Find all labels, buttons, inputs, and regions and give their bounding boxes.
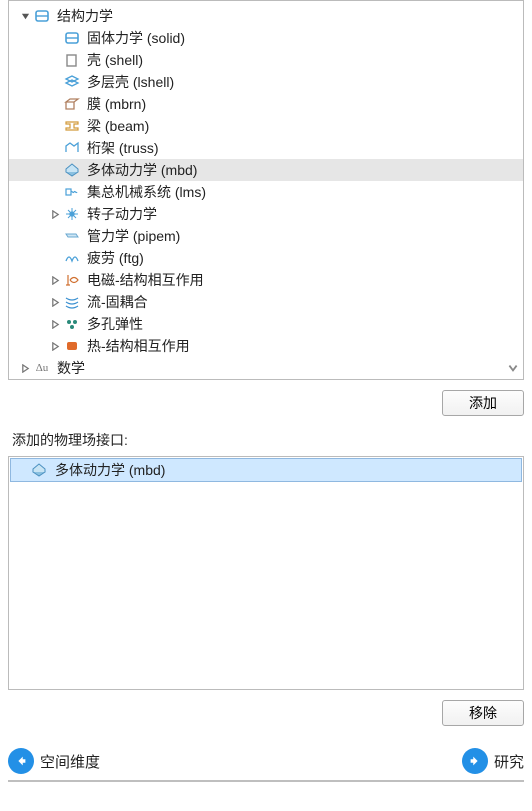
shell-icon — [63, 52, 81, 68]
tree-node-lshell[interactable]: 多层壳 (lshell) — [9, 71, 523, 93]
pipe-icon — [63, 228, 81, 244]
added-item-label: 多体动力学 (mbd) — [55, 460, 165, 480]
lms-icon — [63, 184, 81, 200]
tree-node-beam[interactable]: 梁 (beam) — [9, 115, 523, 137]
scroll-down-icon[interactable] — [507, 362, 519, 377]
expand-icon[interactable] — [49, 296, 61, 308]
added-item-mbd[interactable]: 多体动力学 (mbd) — [10, 458, 522, 482]
math-icon: Δu — [33, 360, 51, 376]
remove-button[interactable]: 移除 — [442, 700, 524, 726]
fatigue-icon — [63, 250, 81, 266]
tree-node-math[interactable]: Δu 数学 — [9, 357, 523, 379]
tree-node-solid[interactable]: 固体力学 (solid) — [9, 27, 523, 49]
tree-node-structural-mechanics[interactable]: 结构力学 — [9, 5, 523, 27]
arrow-left-icon — [8, 748, 34, 774]
physics-tree[interactable]: 结构力学 固体力学 (solid) 壳 (shell) 多层壳 (lshell) — [9, 1, 523, 379]
expand-icon[interactable] — [49, 318, 61, 330]
tree-node-thermal-struct[interactable]: 热-结构相互作用 — [9, 335, 523, 357]
tree-node-rotor[interactable]: 转子动力学 — [9, 203, 523, 225]
nav-forward-label: 研究 — [494, 751, 524, 772]
tree-node-fsi[interactable]: 流-固耦合 — [9, 291, 523, 313]
tree-label: 壳 (shell) — [87, 50, 143, 70]
tree-label: 多体动力学 (mbd) — [87, 160, 197, 180]
tree-node-em-struct[interactable]: 电磁-结构相互作用 — [9, 269, 523, 291]
tree-label: 管力学 (pipem) — [87, 226, 180, 246]
solid-icon — [63, 30, 81, 46]
tree-label: 结构力学 — [57, 6, 113, 26]
arrow-right-icon — [462, 748, 488, 774]
tree-node-fatigue[interactable]: 疲劳 (ftg) — [9, 247, 523, 269]
divider — [8, 780, 524, 782]
tree-node-membrane[interactable]: 膜 (mbrn) — [9, 93, 523, 115]
tree-node-poroelastic[interactable]: 多孔弹性 — [9, 313, 523, 335]
thermal-struct-icon — [63, 338, 81, 354]
rotor-icon — [63, 206, 81, 222]
tree-label: 数学 — [57, 358, 85, 378]
tree-label: 梁 (beam) — [87, 116, 149, 136]
tree-label: 多孔弹性 — [87, 314, 143, 334]
tree-node-mbd[interactable]: 多体动力学 (mbd) — [9, 159, 523, 181]
expand-icon[interactable] — [49, 340, 61, 352]
mbd-icon — [63, 162, 81, 178]
em-struct-icon — [63, 272, 81, 288]
membrane-icon — [63, 96, 81, 112]
add-button[interactable]: 添加 — [442, 390, 524, 416]
tree-label: 固体力学 (solid) — [87, 28, 185, 48]
tree-label: 桁架 (truss) — [87, 138, 159, 158]
expand-icon[interactable] — [49, 274, 61, 286]
tree-node-lms[interactable]: 集总机械系统 (lms) — [9, 181, 523, 203]
tree-label: 转子动力学 — [87, 204, 157, 224]
expand-icon[interactable] — [19, 362, 31, 374]
added-interfaces-label: 添加的物理场接口: — [12, 430, 532, 450]
structural-icon — [33, 8, 51, 24]
nav-back-button[interactable]: 空间维度 — [8, 748, 100, 774]
tree-label: 膜 (mbrn) — [87, 94, 146, 114]
added-interfaces-panel: 多体动力学 (mbd) — [8, 456, 524, 690]
fsi-icon — [63, 294, 81, 310]
layered-shell-icon — [63, 74, 81, 90]
tree-label: 集总机械系统 (lms) — [87, 182, 206, 202]
tree-node-truss[interactable]: 桁架 (truss) — [9, 137, 523, 159]
poroelastic-icon — [63, 316, 81, 332]
beam-icon — [63, 118, 81, 134]
truss-icon — [63, 140, 81, 156]
nav-forward-button[interactable]: 研究 — [462, 748, 524, 774]
collapse-icon[interactable] — [19, 10, 31, 22]
tree-label: 多层壳 (lshell) — [87, 72, 174, 92]
expand-icon[interactable] — [49, 208, 61, 220]
physics-tree-panel: 结构力学 固体力学 (solid) 壳 (shell) 多层壳 (lshell) — [8, 0, 524, 380]
tree-node-shell[interactable]: 壳 (shell) — [9, 49, 523, 71]
tree-label: 疲劳 (ftg) — [87, 248, 144, 268]
mbd-icon — [31, 463, 49, 477]
tree-label: 电磁-结构相互作用 — [87, 270, 204, 290]
tree-label: 流-固耦合 — [87, 292, 148, 312]
nav-back-label: 空间维度 — [40, 751, 100, 772]
tree-node-pipe[interactable]: 管力学 (pipem) — [9, 225, 523, 247]
tree-label: 热-结构相互作用 — [87, 336, 190, 356]
